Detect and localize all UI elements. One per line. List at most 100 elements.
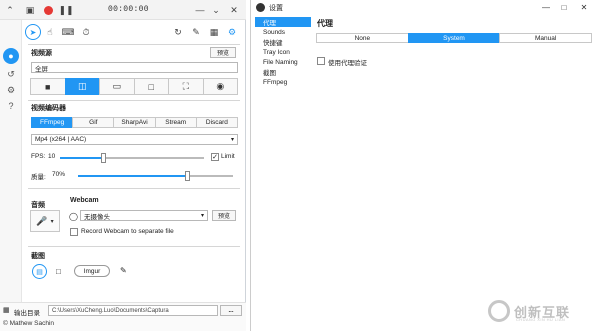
output-folder-icon[interactable]: ▦ [3,306,10,314]
toolbar-divider [28,44,240,45]
edit-pen-icon[interactable]: ✎ [120,266,127,275]
proxy-auth-label: 使用代理验证 [328,60,367,67]
output-path-field[interactable]: C:\Users\XuCheng.Luo\Documents\Captura [48,305,218,316]
camera-icon[interactable]: ▣ [24,4,36,16]
screenshot-title: 截图 [31,253,45,260]
chevron-down-icon: ▾ [230,137,234,143]
nav-item-tray-icon[interactable]: Tray Icon [255,47,311,57]
codec-tab-gif[interactable]: Gif [72,117,114,128]
imgur-button[interactable]: Imgur [74,265,110,277]
proxy-mode-manual[interactable]: Manual [499,33,593,43]
nav-item-sounds[interactable]: Sounds [255,27,311,37]
rail-home-icon[interactable]: ● [3,48,19,64]
browse-button[interactable]: ... [220,305,242,316]
record-button[interactable] [42,4,54,16]
webcam-select[interactable]: 无摄像头 ▾ [80,210,208,221]
captura-main-window: ⌃ ▣ ❚❚ 00:00:00 — ⌄ ✕ ● ↺ ⚙ ? ➤ ☝ ⌨ ⏱ ↻ … [0,0,246,331]
source-screen-icon[interactable]: ◫ [64,78,99,95]
video-encoder-title: 视频编码器 [31,105,66,112]
codec-tab-stream[interactable]: Stream [154,117,196,128]
codec-tab-discard[interactable]: Discard [195,117,239,128]
settings-minimize-button[interactable]: — [537,1,555,13]
codec-tab-sharpavi[interactable]: SharpAvi [113,117,155,128]
settings-close-icon[interactable]: ✕ [575,1,593,13]
limit-checkbox[interactable]: ✓ [211,153,219,161]
webcam-icon: ◯ [69,212,78,221]
history-icon[interactable]: ↺ [3,66,19,82]
close-icon[interactable]: ✕ [228,4,240,16]
settings-nav: 代理 Sounds 快捷键 Tray Icon File Naming 截图 F… [255,17,311,317]
settings-titlebar: 设置 — □ ✕ [251,0,600,15]
proxy-auth-checkbox[interactable] [317,57,325,65]
minimize-button[interactable]: — [194,4,206,16]
settings-maximize-button[interactable]: □ [555,1,573,13]
refresh-icon[interactable]: ↻ [172,26,184,38]
click-hand-icon[interactable]: ☝ [44,26,56,38]
rail-gear-icon[interactable]: ⚙ [3,82,19,98]
microphone-icon: 🎤 [36,215,48,226]
quality-slider-handle[interactable] [184,171,190,181]
proxy-mode-none[interactable]: None [316,33,408,43]
folder-icon[interactable]: ▦ [208,26,220,38]
pause-icon[interactable]: ❚❚ [58,4,73,16]
source-preview-button[interactable]: 预览 [210,47,236,58]
microphone-button[interactable]: 🎤 ▾ [30,210,60,232]
recording-timer: 00:00:00 [108,5,149,14]
format-value: Mp4 (x264 | AAC) [35,136,87,143]
video-source-title: 视频源 [31,50,52,57]
settings-window: 设置 — □ ✕ 代理 Sounds 快捷键 Tray Icon File Na… [250,0,600,331]
keystrokes-icon[interactable]: ⌨ [62,26,75,38]
limit-label: Limit [221,153,235,160]
webcam-preview-button[interactable]: 预览 [212,210,236,221]
audio-title: 音频 [31,202,45,209]
cursor-tool-icon[interactable]: ➤ [25,24,41,40]
fps-slider[interactable] [60,153,204,163]
webcam-divider [28,246,240,247]
source-camera-icon[interactable]: ■ [30,78,65,95]
nav-item-ffmpeg[interactable]: FFmpeg [255,77,311,87]
webcam-value: 无摄像头 [84,213,110,221]
fps-label: FPS: [31,153,46,160]
separate-file-checkbox[interactable] [70,228,78,236]
main-titlebar: ⌃ ▣ ❚❚ 00:00:00 — ⌄ ✕ [0,0,246,20]
quality-slider[interactable] [78,171,233,181]
source-gamepad-icon[interactable]: ◉ [202,78,238,95]
settings-app-icon [256,3,265,12]
watermark-logo-icon [488,300,510,322]
panel-title: 代理 [317,19,333,28]
watermark-subtext: CHUANG XIN HU LIAN [516,317,566,322]
watermark: 创新互联 CHUANG XIN HU LIAN [488,297,592,325]
format-select[interactable]: Mp4 (x264 | AAC) ▾ [31,134,238,145]
timer-icon[interactable]: ⏱ [80,26,92,38]
main-panel: ➤ ☝ ⌨ ⏱ ↻ ✎ ▦ ⚙ 视频源 预览 全屏 ■ ◫ ▭ □ ⛶ ◉ 视频… [22,20,246,310]
source-window-icon[interactable]: □ [133,78,168,95]
quality-value: 70% [52,171,66,178]
nav-item-hotkeys[interactable]: 快捷键 [255,37,311,47]
source-region-icon[interactable]: ⛶ [168,78,203,95]
settings-gear-icon[interactable]: ⚙ [226,26,238,38]
source-monitor-icon[interactable]: ▭ [99,78,134,95]
proxy-panel: 代理 None System Manual 使用代理验证 [315,17,597,317]
chevron-up-icon[interactable]: ⌃ [4,4,16,16]
separate-file-label: Record Webcam to separate file [81,228,174,235]
collapse-icon[interactable]: ⌄ [210,4,222,16]
screenshot-save-icon[interactable]: ▤ [32,264,47,279]
proxy-mode-system[interactable]: System [407,33,500,43]
help-icon[interactable]: ? [3,98,19,114]
webcam-title: Webcam [70,197,99,204]
fps-value: 10 [48,153,56,160]
fps-slider-handle[interactable] [101,153,107,163]
codec-tabs: FFmpeg Gif SharpAvi Stream Discard [31,117,239,128]
codec-tab-ffmpeg[interactable]: FFmpeg [31,117,73,128]
nav-item-file-naming[interactable]: File Naming [255,57,311,67]
source-divider [28,100,240,101]
video-source-field[interactable]: 全屏 [31,62,238,73]
quality-slider-fill [78,175,187,177]
output-bar: ▦ 输出目录 C:\Users\XuCheng.Luo\Documents\Ca… [0,302,246,331]
check-icon: ✓ [212,154,218,161]
nav-item-screenshot[interactable]: 截图 [255,67,311,77]
brush-icon[interactable]: ✎ [190,26,202,38]
record-icon [43,5,53,15]
nav-item-proxy[interactable]: 代理 [255,17,311,27]
clipboard-icon[interactable]: □ [56,267,61,276]
